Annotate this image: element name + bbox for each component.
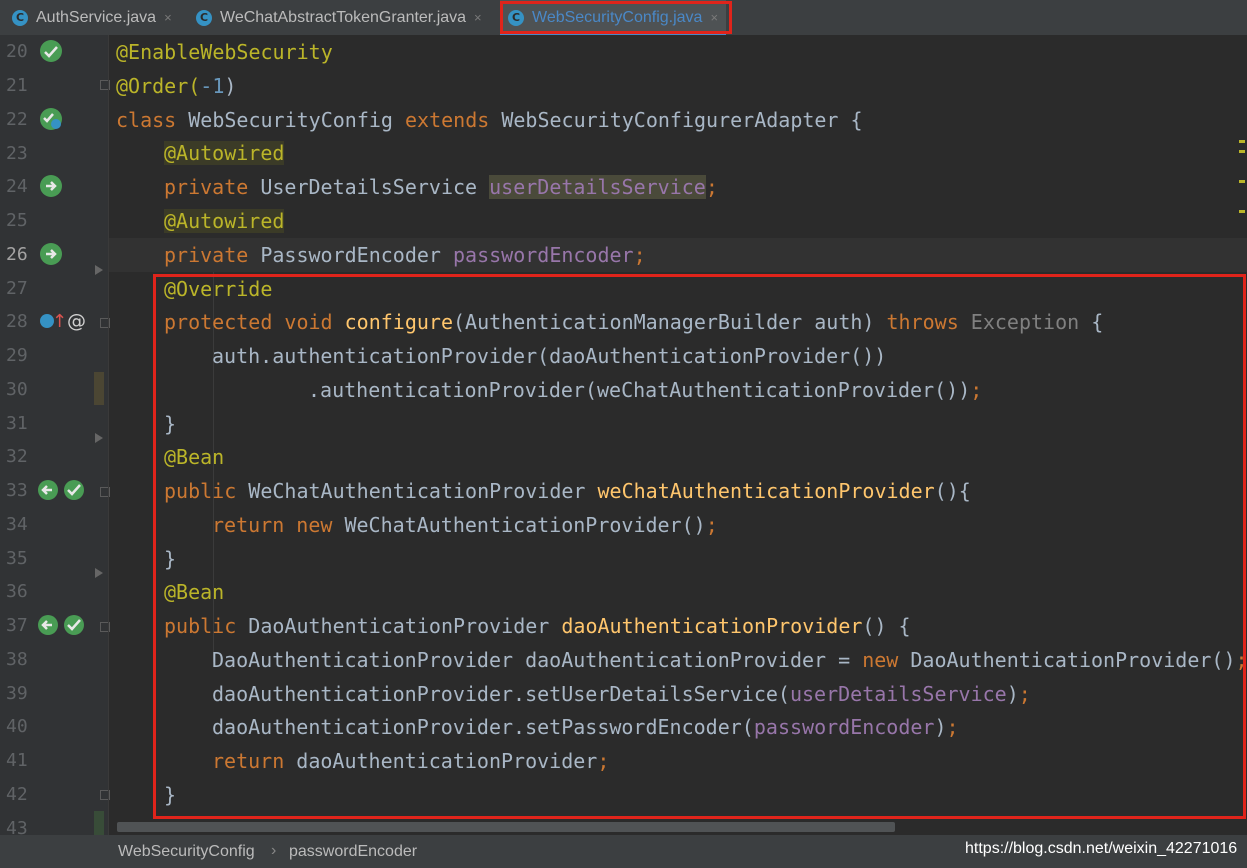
line-number: 37 [6,615,28,636]
fold-collapse-icon[interactable] [95,433,103,443]
horizontal-scrollbar[interactable] [117,822,895,832]
code-line-36: @Bean [164,580,225,604]
line-number: 40 [6,716,28,737]
line-number: 30 [6,379,28,400]
code-line-42: } [164,783,177,807]
code-line-31: } [164,412,177,436]
code-line-21: @Order(-1) [116,74,237,98]
code-line-30: .authenticationProvider(weChatAuthentica… [308,378,983,402]
code-line-33: public WeChatAuthenticationProvider weCh… [164,479,971,503]
spring-config-icon[interactable] [40,108,62,130]
bean-usage-icon[interactable] [38,480,58,500]
class-c-icon: C [508,9,524,26]
breadcrumb-member[interactable]: passwordEncoder [289,843,417,861]
spring-bean-icon[interactable] [64,615,84,635]
line-number: 29 [6,345,28,366]
editor-gutter: 20 21 22 23 24 25 26 27 28 29 30 31 32 3… [0,35,110,839]
line-number: 28 [6,311,28,332]
change-marker [94,811,104,835]
line-number: 23 [6,143,28,164]
code-line-27: @Override [164,277,273,301]
line-number: 35 [6,548,28,569]
line-number: 26 [6,244,28,265]
breadcrumb-class[interactable]: WebSecurityConfig [118,843,255,861]
code-line-22: class WebSecurityConfig extends WebSecur… [116,108,863,132]
line-number: 32 [6,446,28,467]
code-line-32: @Bean [164,445,225,469]
code-line-39: daoAuthenticationProvider.setUserDetails… [212,682,1031,706]
line-number: 42 [6,784,28,805]
code-editor[interactable]: @EnableWebSecurity @Order(-1) class WebS… [109,35,1247,835]
fold-collapse-icon[interactable] [95,265,103,275]
navigate-to-bean-icon[interactable] [40,175,62,197]
breadcrumb-separator: › [271,842,277,859]
code-line-40: daoAuthenticationProvider.setPasswordEnc… [212,715,959,739]
tab-label: AuthService.java [36,8,157,26]
line-number: 38 [6,649,28,670]
code-line-34: return new WeChatAuthenticationProvider(… [212,513,718,537]
code-line-23: @Autowired [164,141,285,165]
code-line-29: auth.authenticationProvider(daoAuthentic… [212,344,887,368]
spring-bean-icon[interactable] [64,480,84,500]
line-number: 25 [6,210,28,231]
code-line-20: @EnableWebSecurity [116,40,333,64]
tab-label: WeChatAbstractTokenGranter.java [220,8,467,26]
class-c-icon: C [196,9,212,26]
tab-wechatabstracttokengranter[interactable]: C WeChatAbstractTokenGranter.java × [196,0,482,35]
code-line-25: @Autowired [164,209,285,233]
close-icon[interactable]: × [710,10,718,25]
tab-label: WebSecurityConfig.java [532,8,703,26]
line-number: 20 [6,41,28,62]
line-number: 27 [6,278,28,299]
annotation-icon[interactable]: @ [67,310,86,332]
fold-collapse-icon[interactable] [95,568,103,578]
watermark: https://blog.csdn.net/weixin_42271016 [965,840,1238,857]
line-number: 21 [6,75,28,96]
code-line-26: private PasswordEncoder passwordEncoder; [164,243,646,267]
class-c-icon: C [12,9,28,26]
line-number: 39 [6,683,28,704]
line-number: 22 [6,109,28,130]
line-number: 31 [6,413,28,434]
override-arrow-icon: ↑ [52,311,68,332]
line-number: 34 [6,514,28,535]
close-icon[interactable]: × [474,10,482,25]
code-line-37: public DaoAuthenticationProvider daoAuth… [164,614,911,638]
line-number: 36 [6,581,28,602]
code-line-28: protected void configure(AuthenticationM… [164,310,1104,334]
tab-websecurityconfig[interactable]: C WebSecurityConfig.java × [500,0,727,35]
code-line-35: } [164,547,177,571]
close-icon[interactable]: × [164,10,172,25]
bean-usage-icon[interactable] [38,615,58,635]
code-line-41: return daoAuthenticationProvider; [212,749,610,773]
code-line-24: private UserDetailsService userDetailsSe… [164,175,718,199]
line-number: 33 [6,480,28,501]
change-marker [94,372,104,405]
spring-bean-icon[interactable] [40,40,62,62]
code-line-38: DaoAuthenticationProvider daoAuthenticat… [212,648,1247,672]
navigate-to-bean-icon[interactable] [40,243,62,265]
line-number: 41 [6,750,28,771]
tab-authservice[interactable]: C AuthService.java × [12,0,172,35]
editor-tab-bar: C AuthService.java × C WeChatAbstractTok… [0,0,1247,36]
line-number: 24 [6,176,28,197]
breadcrumb-bar: WebSecurityConfig › passwordEncoder http… [0,835,1247,868]
